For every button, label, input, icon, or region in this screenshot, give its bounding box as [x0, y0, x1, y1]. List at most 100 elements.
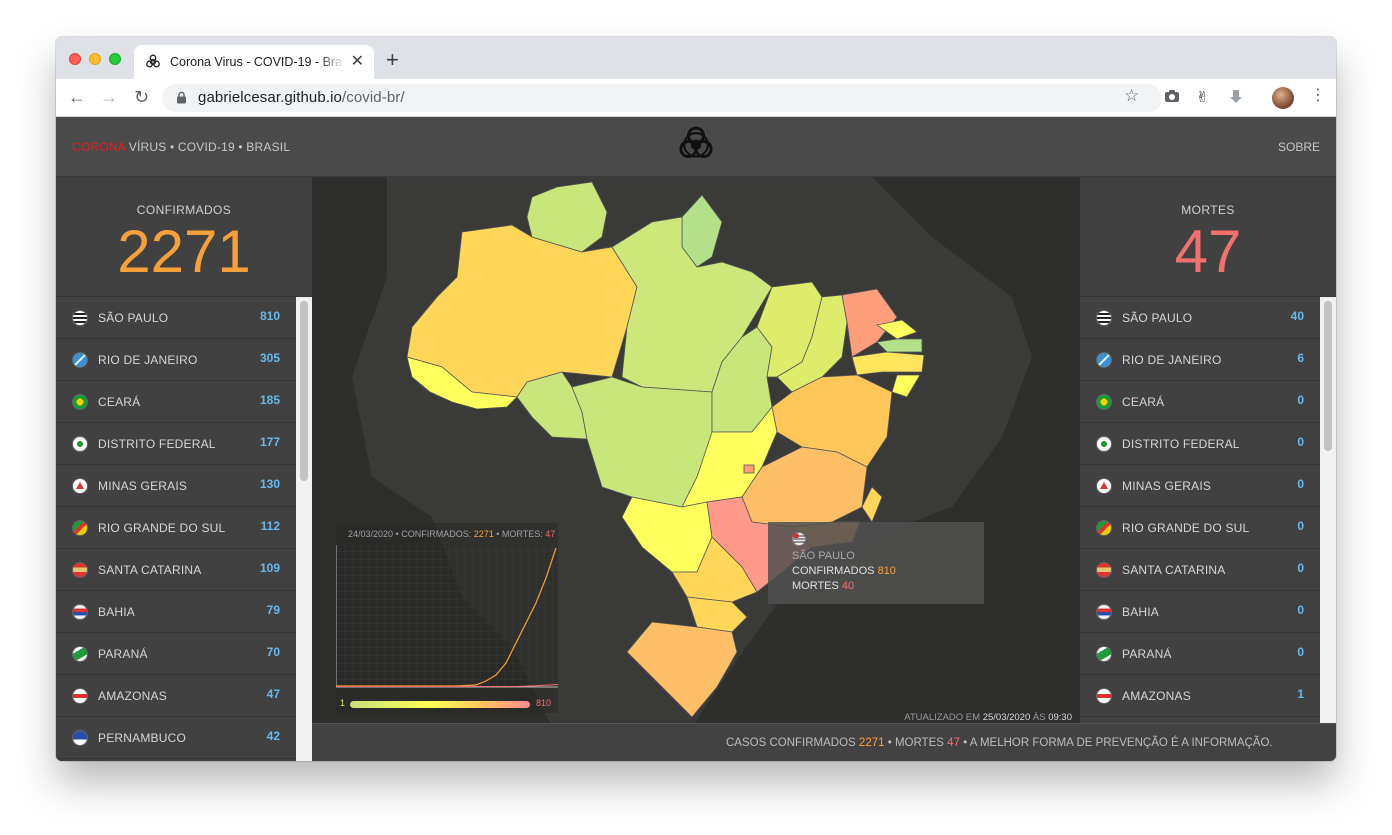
state-name: DISTRITO FEDERAL [1122, 436, 1240, 451]
site-brand[interactable]: CORONA VÍRUS • COVID-19 • BRASIL [72, 140, 290, 154]
state-row[interactable]: PARANÁ 70 [56, 633, 296, 675]
deaths-stat: MORTES 47 [1080, 177, 1336, 297]
chart-grid [336, 545, 558, 687]
state-name: MINAS GERAIS [1122, 478, 1212, 493]
state-row[interactable]: RIO DE JANEIRO 6 [1080, 339, 1320, 381]
state-name: AMAZONAS [98, 688, 167, 703]
state-count: 109 [259, 561, 280, 575]
state-count: 0 [1297, 603, 1304, 617]
tab-close-icon[interactable]: ✕ [351, 54, 364, 70]
chart-plot [336, 545, 558, 688]
timeline-chart[interactable]: 24/03/2020 • CONFIRMADOS: 2271 • MORTES:… [336, 523, 558, 713]
state-flag-icon [1096, 309, 1112, 326]
state-name: DISTRITO FEDERAL [98, 436, 216, 451]
state-count: 0 [1297, 435, 1304, 449]
forward-icon[interactable]: → [100, 87, 118, 107]
extension-icon[interactable]: ✌ [1196, 89, 1209, 107]
menu-kebab-icon[interactable]: ⋮ [1310, 87, 1326, 105]
state-name: RIO GRANDE DO SUL [98, 520, 226, 535]
download-icon[interactable] [1228, 89, 1244, 110]
state-row[interactable]: SANTA CATARINA 0 [1080, 549, 1320, 591]
state-row[interactable]: SÃO PAULO 810 [56, 297, 296, 339]
reload-icon[interactable]: ↻ [134, 87, 149, 107]
lock-icon[interactable] [176, 91, 187, 109]
map-tooltip: SÃO PAULO CONFIRMADOS 810 MORTES 40 [768, 522, 984, 604]
confirmed-total: 2271 [117, 218, 251, 285]
state-name: SÃO PAULO [98, 310, 169, 325]
deaths-label: MORTES [1181, 203, 1235, 217]
state-count: 1 [1297, 687, 1304, 701]
state-count: 42 [266, 729, 280, 743]
scrollbar-thumb[interactable] [300, 301, 308, 481]
state-row[interactable]: DISTRITO FEDERAL 177 [56, 423, 296, 465]
state-flag-icon [1096, 687, 1112, 704]
state-count: 112 [260, 519, 280, 533]
tooltip-confirmed: CONFIRMADOS 810 [792, 565, 896, 577]
scrollbar-thumb[interactable] [1324, 301, 1332, 451]
state-flag-icon [72, 351, 88, 368]
state-name: PERNAMBUCO [98, 730, 187, 745]
state-row[interactable]: BAHIA 0 [1080, 591, 1320, 633]
state-flag-icon [72, 729, 88, 746]
last-updated: ATUALIZADO EM 25/03/2020 ÀS 09:30 [904, 712, 1072, 723]
legend-min: 1 [340, 698, 346, 708]
camera-icon[interactable] [1164, 89, 1180, 108]
window-close-button[interactable] [69, 53, 81, 65]
state-flag-icon [72, 603, 88, 620]
tab-strip: Corona Virus - COVID-19 - Bra ✕ + [56, 37, 1336, 79]
state-row[interactable]: RIO DE JANEIRO 305 [56, 339, 296, 381]
state-pernambuco[interactable] [851, 351, 925, 376]
confirmed-scrollbar[interactable] [296, 297, 312, 761]
bookmark-star-icon[interactable]: ☆ [1124, 87, 1139, 105]
state-distrito-federal[interactable] [743, 464, 755, 474]
state-name: CEARÁ [98, 394, 141, 409]
new-tab-button[interactable]: + [386, 49, 399, 71]
state-row[interactable]: RIO GRANDE DO SUL 112 [56, 507, 296, 549]
confirmed-list: SÃO PAULO 810 RIO DE JANEIRO 305 CEARÁ 185 DIS… [56, 297, 312, 761]
state-name: RIO DE JANEIRO [98, 352, 198, 367]
site-header: CORONA VÍRUS • COVID-19 • BRASIL SOBRE [56, 117, 1336, 177]
state-row[interactable]: SANTA CATARINA 109 [56, 549, 296, 591]
state-name: BAHIA [98, 604, 136, 619]
color-scale-legend [350, 701, 530, 708]
sao-paulo-flag-icon [792, 532, 806, 551]
state-row[interactable]: CEARÁ 0 [1080, 381, 1320, 423]
state-flag-icon [72, 393, 88, 410]
window-maximize-button[interactable] [109, 53, 121, 65]
back-icon[interactable]: ← [68, 87, 86, 107]
state-row[interactable]: CEARÁ 185 [56, 381, 296, 423]
state-count: 130 [259, 477, 280, 491]
tooltip-deaths: MORTES 40 [792, 580, 855, 592]
state-flag-icon [72, 519, 88, 536]
brazil-map[interactable]: 24/03/2020 • CONFIRMADOS: 2271 • MORTES:… [312, 177, 1080, 727]
state-row[interactable]: RIO GRANDE DO SUL 0 [1080, 507, 1320, 549]
state-row[interactable]: MINAS GERAIS 130 [56, 465, 296, 507]
about-link[interactable]: SOBRE [1278, 140, 1320, 154]
state-row[interactable]: DISTRITO FEDERAL 0 [1080, 423, 1320, 465]
state-count: 810 [259, 309, 280, 323]
state-flag-icon [1096, 603, 1112, 620]
state-row[interactable]: BAHIA 79 [56, 591, 296, 633]
url-text[interactable]: gabrielcesar.github.io/covid-br/ [198, 89, 405, 106]
state-row[interactable]: PARANÁ 0 [1080, 633, 1320, 675]
state-flag-icon [1096, 393, 1112, 410]
deaths-panel: MORTES 47 SÃO PAULO 40 RIO DE JANEIRO 6 CEAR… [1080, 177, 1336, 761]
state-count: 185 [259, 393, 280, 407]
state-flag-icon [72, 309, 88, 326]
state-count: 177 [259, 435, 280, 449]
biohazard-icon [675, 123, 717, 170]
state-row[interactable]: MINAS GERAIS 0 [1080, 465, 1320, 507]
state-name: SANTA CATARINA [1122, 562, 1226, 577]
browser-tab[interactable]: Corona Virus - COVID-19 - Bra ✕ [134, 45, 374, 79]
state-name: RIO DE JANEIRO [1122, 352, 1222, 367]
browser-toolbar: ← → ↻ gabrielcesar.github.io/covid-br/ ☆… [56, 79, 1336, 117]
state-row[interactable]: AMAZONAS 1 [1080, 675, 1320, 717]
state-name: SANTA CATARINA [98, 562, 202, 577]
deaths-scrollbar[interactable] [1320, 297, 1336, 761]
state-row[interactable]: AMAZONAS 47 [56, 675, 296, 717]
state-row[interactable]: SÃO PAULO 40 [1080, 297, 1320, 339]
state-count: 0 [1297, 645, 1304, 659]
profile-avatar[interactable] [1272, 87, 1294, 109]
state-row[interactable]: PERNAMBUCO 42 [56, 717, 296, 759]
window-minimize-button[interactable] [89, 53, 101, 65]
